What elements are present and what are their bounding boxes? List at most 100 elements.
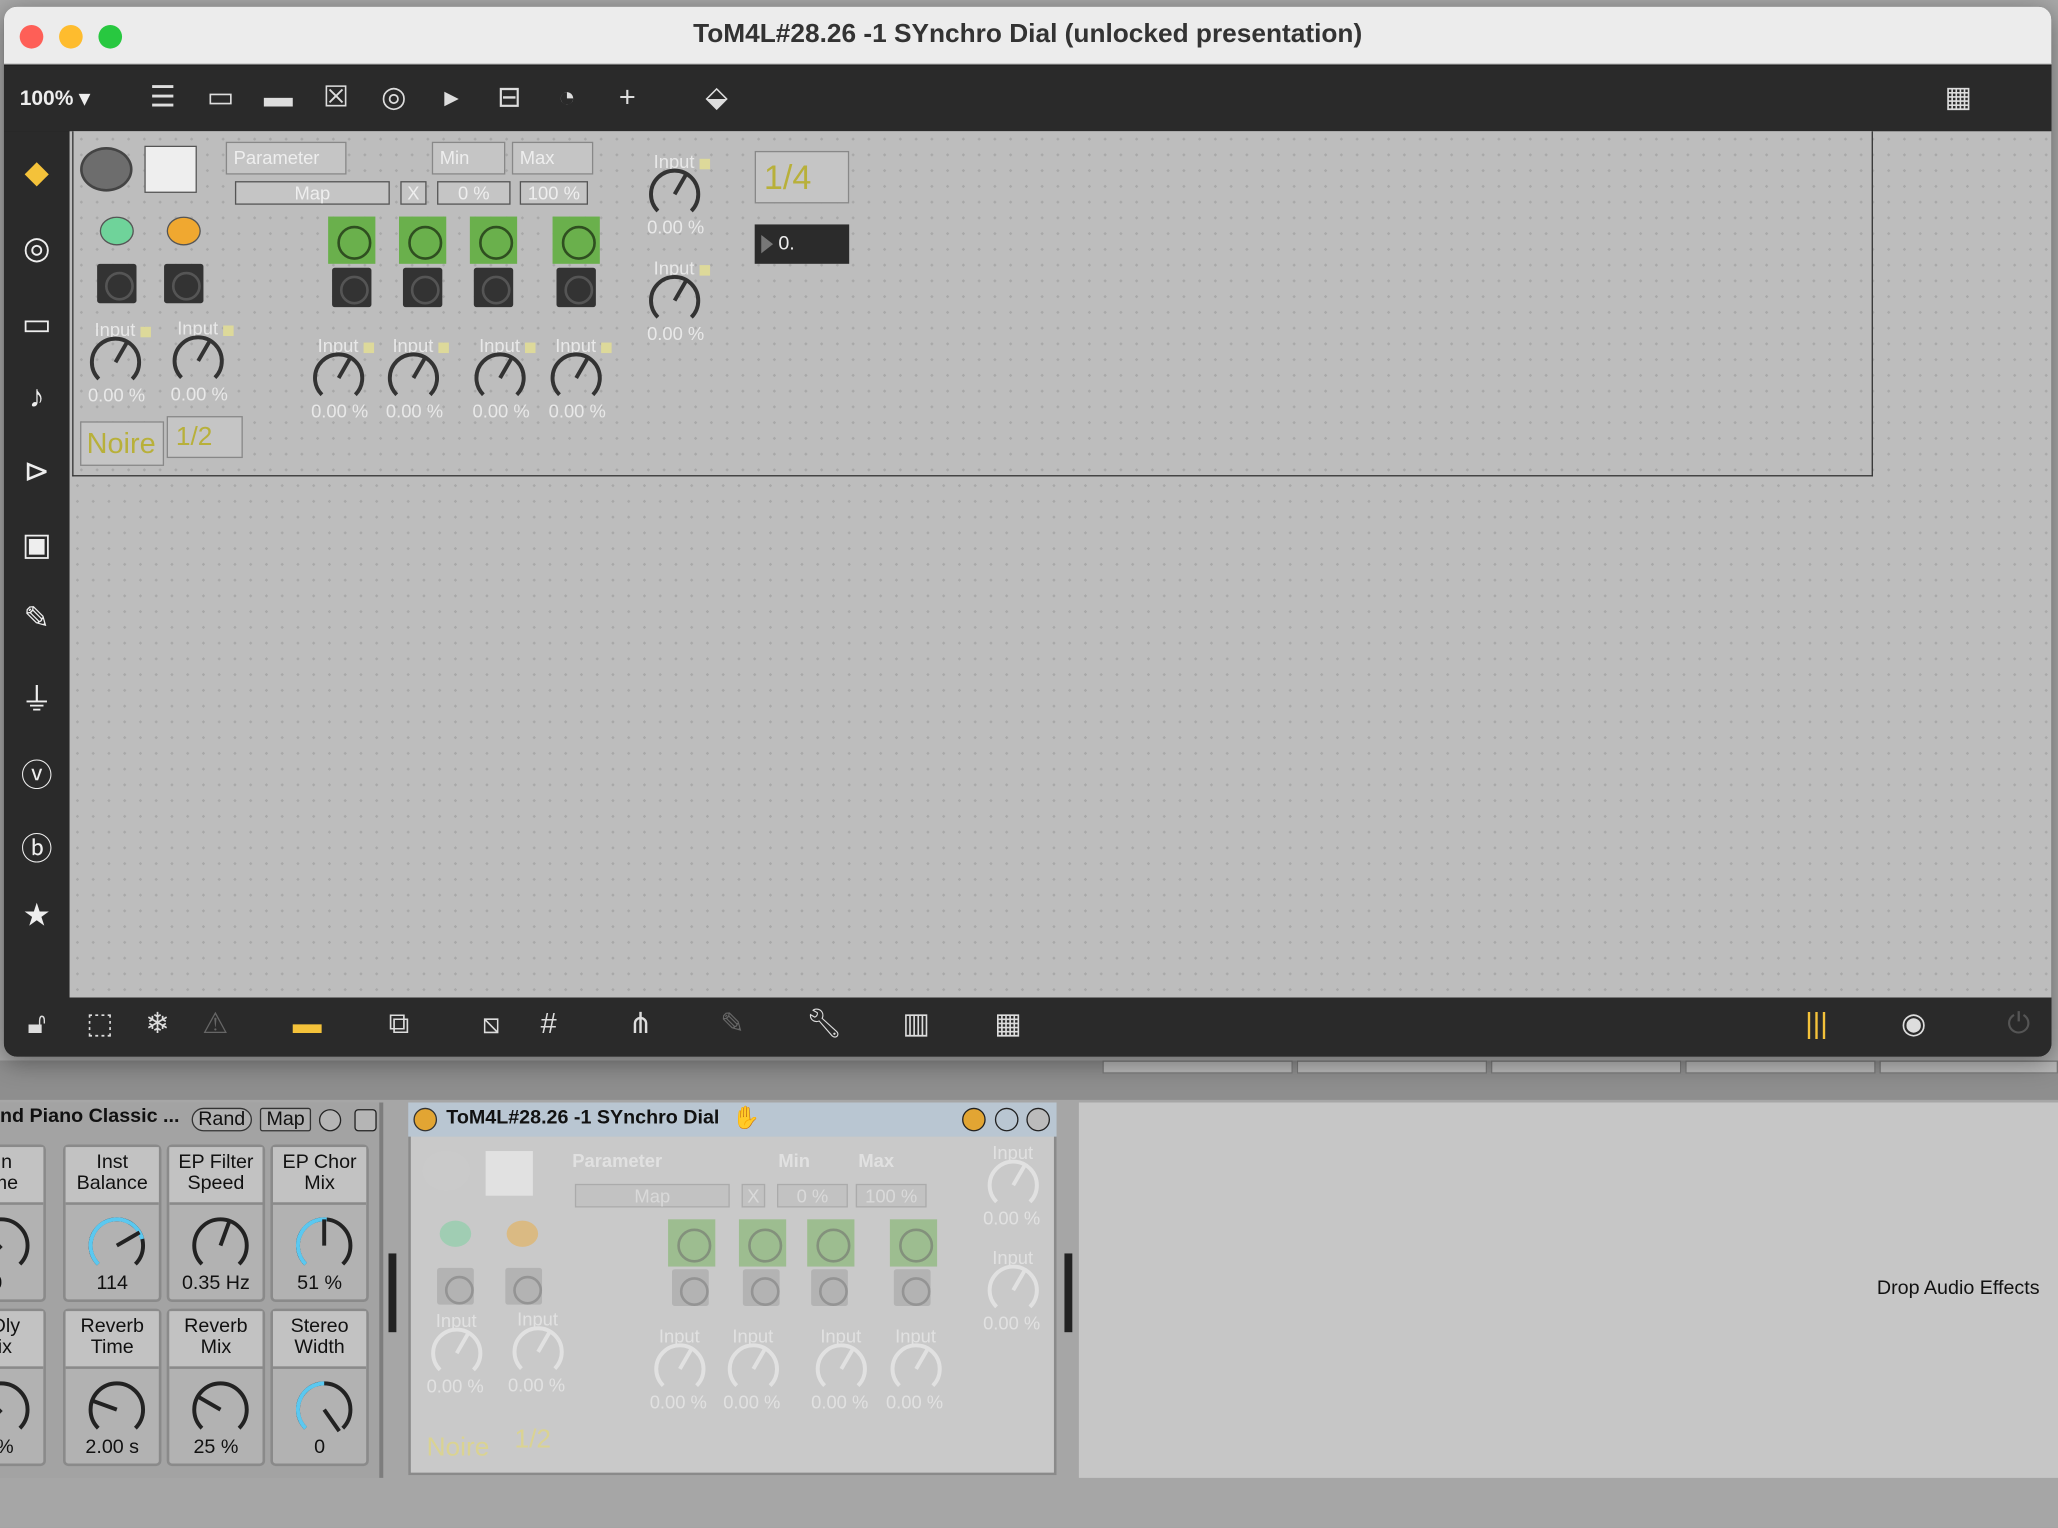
sync-toggle[interactable]: [552, 216, 600, 264]
trigger-button[interactable]: [473, 267, 514, 308]
save-icon[interactable]: [1026, 1107, 1050, 1132]
device-power-icon[interactable]: [413, 1107, 438, 1132]
input-dial[interactable]: [986, 1263, 1041, 1318]
trigger-button[interactable]: [742, 1269, 780, 1306]
b-circle-icon[interactable]: ⓑ: [17, 823, 56, 869]
trigger-button[interactable]: [672, 1269, 709, 1306]
star-icon[interactable]: ★: [17, 896, 56, 934]
trigger-button[interactable]: [893, 1269, 931, 1306]
mixer-icon[interactable]: |||: [1794, 1007, 1839, 1041]
warning-icon[interactable]: ⚠: [193, 1007, 238, 1041]
macro-dial[interactable]: [190, 1215, 250, 1275]
dial-object-icon[interactable]: ◔: [547, 80, 586, 114]
clear-x-button[interactable]: X: [741, 1183, 766, 1208]
input-dial[interactable]: [171, 333, 226, 388]
rack-divider-handle[interactable]: [388, 1253, 397, 1333]
input-dial[interactable]: [889, 1341, 944, 1396]
hotswap-icon[interactable]: [318, 1109, 342, 1132]
toggle-button[interactable]: [97, 263, 137, 304]
input-dial[interactable]: [814, 1341, 869, 1396]
macro-knob[interactable]: Reverb Mix 25 %: [166, 1308, 266, 1467]
target-icon[interactable]: ◎: [17, 230, 56, 268]
input-dial[interactable]: [647, 167, 702, 222]
grid-snap-icon[interactable]: #: [526, 1007, 571, 1041]
grid-icon[interactable]: ▦: [1939, 80, 1978, 114]
input-dial[interactable]: [511, 1324, 566, 1379]
macro-knob[interactable]: lain lume 0: [0, 1144, 46, 1302]
input-dial[interactable]: [986, 1158, 1041, 1213]
zoom-menu[interactable]: 100% ▾: [20, 85, 90, 111]
debug-icon[interactable]: ✎: [710, 1007, 755, 1041]
input-dial[interactable]: [647, 273, 702, 328]
map-button[interactable]: Map: [574, 1183, 730, 1208]
map-button[interactable]: Map: [234, 181, 390, 205]
clip-slot[interactable]: [1685, 1060, 1876, 1074]
hierarchy-icon[interactable]: ⋔: [618, 1007, 663, 1041]
piano-icon[interactable]: ▥: [894, 1007, 939, 1041]
input-dial[interactable]: [726, 1341, 781, 1396]
add-icon[interactable]: +: [608, 80, 647, 114]
toggle-button[interactable]: [164, 263, 204, 304]
message-icon[interactable]: ▭: [201, 80, 240, 114]
trigger-button[interactable]: [402, 267, 443, 308]
grey-oval-button[interactable]: [422, 1151, 470, 1191]
number-object-icon[interactable]: ▸: [432, 80, 471, 114]
macro-dial[interactable]: [0, 1379, 32, 1439]
select-icon[interactable]: ⬚: [77, 1007, 122, 1041]
min-value-box[interactable]: 0 %: [437, 181, 511, 205]
save-preset-icon[interactable]: [354, 1109, 377, 1132]
sync-toggle[interactable]: [668, 1219, 716, 1267]
macro-dial[interactable]: [294, 1379, 354, 1439]
white-square-button[interactable]: [144, 145, 197, 193]
button-object-icon[interactable]: ☒: [316, 80, 355, 114]
toggle-button[interactable]: [437, 1267, 474, 1305]
sequence-icon[interactable]: ⊳: [17, 453, 56, 491]
v-circle-icon[interactable]: ⓥ: [17, 749, 56, 795]
macro-dial[interactable]: [294, 1215, 354, 1275]
grey-oval-button[interactable]: [80, 147, 133, 192]
sync-toggle[interactable]: [399, 216, 447, 264]
sync-toggle[interactable]: [469, 216, 518, 264]
sync-toggle[interactable]: [889, 1219, 938, 1267]
macro-dial[interactable]: [0, 1215, 32, 1275]
keyboard-icon[interactable]: ▦: [986, 1007, 1031, 1041]
input-dial[interactable]: [652, 1341, 707, 1396]
paperclip-icon[interactable]: ✎: [17, 600, 56, 638]
toggle-object-icon[interactable]: ◎: [374, 80, 413, 114]
macro-knob[interactable]: P Dly Mix 0 %: [0, 1308, 46, 1467]
slider-object-icon[interactable]: ⊟: [490, 80, 529, 114]
input-dial[interactable]: [311, 350, 366, 405]
macro-knob[interactable]: Inst Balance 114: [63, 1144, 162, 1302]
max-value-box[interactable]: 100 %: [519, 181, 588, 205]
plug-icon[interactable]: ⏚: [17, 673, 56, 719]
white-square-button[interactable]: [485, 1151, 533, 1196]
toggle-button[interactable]: [505, 1267, 543, 1305]
film-icon[interactable]: ▭: [17, 306, 56, 344]
macro-dial[interactable]: [190, 1379, 250, 1439]
input-dial[interactable]: [473, 350, 528, 405]
sync-toggle[interactable]: [328, 216, 376, 264]
macro-dial[interactable]: [87, 1215, 147, 1275]
hide-icon[interactable]: ⧅: [469, 1007, 514, 1041]
clip-slot[interactable]: [1102, 1060, 1293, 1074]
presentation-icon[interactable]: ▬: [285, 1007, 330, 1041]
freeze-icon[interactable]: ❄: [135, 1007, 180, 1041]
power-icon[interactable]: ⏻: [1996, 1007, 2041, 1041]
macro-dial[interactable]: [87, 1379, 147, 1439]
clip-slot[interactable]: [1296, 1060, 1488, 1074]
layers-icon[interactable]: ⧉: [377, 1007, 422, 1041]
sync-toggle[interactable]: [807, 1219, 855, 1267]
clip-slot[interactable]: [1879, 1060, 2058, 1074]
paint-bucket-icon[interactable]: ⬙: [697, 80, 736, 114]
hotswap-icon[interactable]: [994, 1107, 1019, 1132]
sync-toggle[interactable]: [738, 1219, 787, 1267]
wrench-icon[interactable]: 🔧︎: [802, 1007, 847, 1041]
edit-device-icon[interactable]: [962, 1107, 986, 1132]
macro-knob[interactable]: EP Filter Speed 0.35 Hz: [166, 1144, 266, 1302]
new-object-icon[interactable]: ☰: [143, 80, 182, 114]
macro-knob[interactable]: Stereo Width 0: [270, 1308, 369, 1467]
trigger-button[interactable]: [811, 1269, 848, 1306]
max-value-box[interactable]: 100 %: [855, 1183, 927, 1208]
lock-icon[interactable]: 🔓︎: [14, 1007, 59, 1041]
rand-button[interactable]: Rand: [191, 1107, 252, 1132]
